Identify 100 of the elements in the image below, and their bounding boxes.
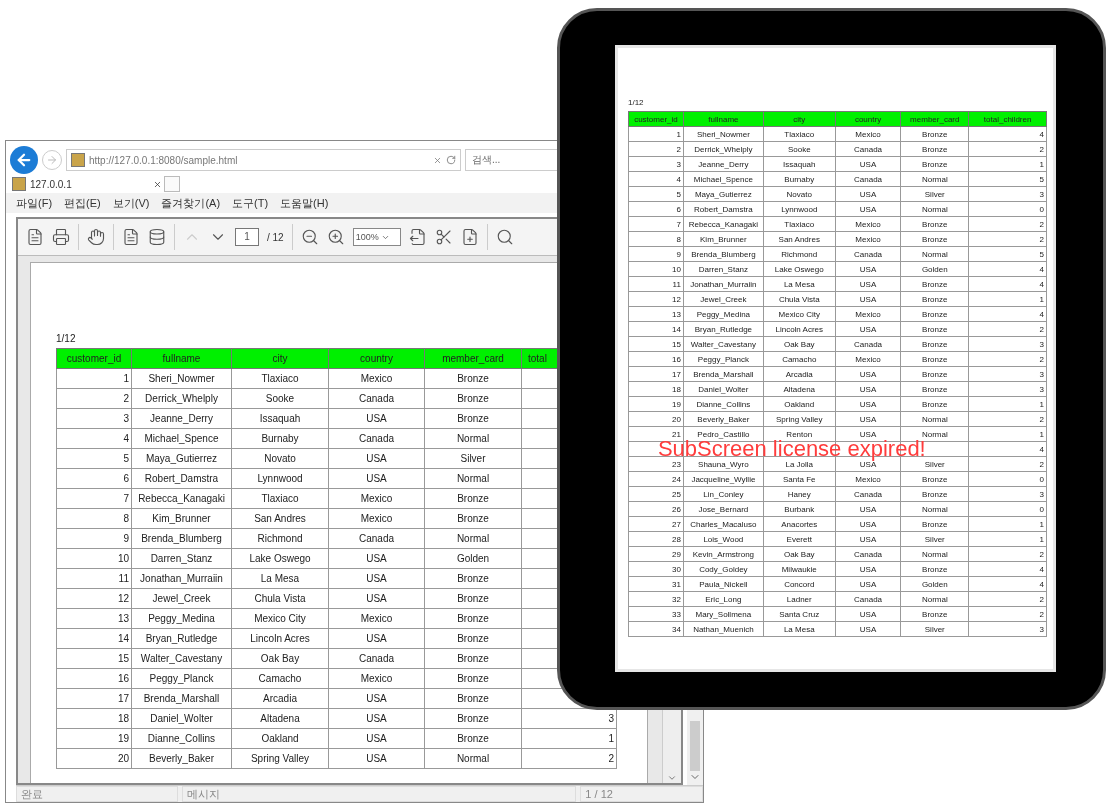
table-cell: Bronze (424, 608, 522, 629)
table-cell: 4 (968, 306, 1047, 322)
table-cell: Mexico (835, 231, 901, 247)
table-cell: Spring Valley (763, 411, 836, 427)
database-icon[interactable] (148, 228, 166, 246)
browser-tab[interactable]: 127.0.0.1 (12, 175, 162, 193)
table-cell: Silver (900, 186, 969, 202)
menu-item[interactable]: 도움말(H) (280, 195, 329, 211)
page-total: / 12 (267, 231, 284, 243)
table-cell: Mexico (835, 306, 901, 322)
print-icon[interactable] (52, 228, 70, 246)
export-icon[interactable] (408, 228, 427, 246)
menu-item[interactable]: 도구(T) (232, 195, 269, 211)
table-cell: Canada (328, 388, 425, 409)
table-cell: Mexico (835, 351, 901, 367)
address-field[interactable]: http://127.0.0.1:8080/sample.html (66, 149, 461, 171)
zoom-out-icon[interactable] (300, 228, 319, 246)
table-cell: 18 (56, 708, 132, 729)
table-cell: Darren_Stanz (131, 548, 232, 569)
menu-item[interactable]: 파일(F) (16, 195, 53, 211)
table-cell: Mexico (328, 488, 425, 509)
table-cell: Bronze (900, 366, 969, 382)
table-cell: Mexico City (763, 306, 836, 322)
table-cell: Bronze (900, 231, 969, 247)
table-cell: Lake Oswego (231, 548, 329, 569)
table-cell: Charles_Macaluso (683, 516, 764, 532)
table-cell: 12 (628, 291, 684, 307)
menu-item[interactable]: 편집(E) (64, 195, 101, 211)
table-cell: Sheri_Nowmer (131, 368, 232, 389)
refresh-icon[interactable] (446, 155, 456, 165)
table-cell: Peggy_Planck (683, 351, 764, 367)
table-cell: 3 (968, 486, 1047, 502)
page-number-field[interactable]: 1 (235, 228, 259, 246)
table-cell: Silver (900, 531, 969, 547)
close-icon[interactable] (433, 155, 442, 165)
table-cell: Bronze (900, 471, 969, 487)
table-cell: 0 (968, 501, 1047, 517)
table-cell: La Mesa (763, 621, 836, 637)
table-cell: Oak Bay (763, 546, 836, 562)
column-header: fullname (683, 111, 764, 127)
back-button[interactable] (10, 146, 38, 174)
table-cell: Mexico (328, 508, 425, 529)
column-header: member_card (900, 111, 969, 127)
status-text: 완료 (16, 786, 178, 802)
add-page-icon[interactable] (460, 228, 479, 246)
table-cell: Jeanne_Derry (131, 408, 232, 429)
table-cell: 2 (521, 748, 617, 769)
table-cell: Bronze (424, 628, 522, 649)
table-cell: 12 (56, 588, 132, 609)
zoom-in-icon[interactable] (326, 228, 345, 246)
table-cell: 3 (968, 381, 1047, 397)
table-cell: USA (835, 396, 901, 412)
table-cell: Walter_Cavestany (683, 336, 764, 352)
table-cell: Jewel_Creek (131, 588, 232, 609)
page-icon (12, 177, 26, 191)
table-cell: 18 (628, 381, 684, 397)
table-cell: Ladner (763, 591, 836, 607)
table-cell: Bronze (900, 156, 969, 172)
menu-item[interactable]: 즐겨찾기(A) (161, 195, 221, 211)
document-icon[interactable] (122, 228, 140, 246)
search-icon[interactable] (495, 228, 514, 246)
document-info-icon[interactable] (26, 228, 44, 246)
table-cell: Kim_Brunner (131, 508, 232, 529)
table-cell: Burnaby (231, 428, 329, 449)
table-cell: 23 (628, 456, 684, 472)
table-cell: USA (328, 408, 425, 429)
table-cell: 3 (968, 621, 1047, 637)
table-cell: Normal (424, 528, 522, 549)
table-cell: Canada (835, 546, 901, 562)
table-cell: Bryan_Rutledge (131, 628, 232, 649)
column-header: fullname (131, 348, 232, 369)
table-cell: 11 (56, 568, 132, 589)
status-text: 메시지 (181, 786, 577, 802)
table-cell: Peggy_Medina (131, 608, 232, 629)
table-cell: 14 (56, 628, 132, 649)
table-cell: Richmond (763, 246, 836, 262)
table-cell: 29 (628, 546, 684, 562)
menu-item[interactable]: 보기(V) (112, 195, 150, 211)
table-cell: Bronze (424, 668, 522, 689)
table-cell: USA (328, 568, 425, 589)
hand-icon[interactable] (87, 228, 105, 246)
table-cell: Mexico (835, 216, 901, 232)
table-cell: USA (835, 276, 901, 292)
table-cell: 19 (56, 728, 132, 749)
table-cell: Brenda_Blumberg (131, 528, 232, 549)
scrollbar-thumb[interactable] (690, 721, 700, 771)
table-cell: Golden (424, 548, 522, 569)
table-cell: Walter_Cavestany (131, 648, 232, 669)
table-cell: USA (835, 201, 901, 217)
table-cell: 17 (628, 366, 684, 382)
table-cell: Bronze (424, 488, 522, 509)
table-cell: 4 (968, 126, 1047, 142)
close-icon[interactable] (153, 179, 162, 189)
table-cell: Kevin_Armstrong (683, 546, 764, 562)
table-cell: Normal (900, 246, 969, 262)
table-cell: Canada (835, 591, 901, 607)
table-cell: USA (835, 576, 901, 592)
zoom-select[interactable]: 100% (352, 228, 401, 246)
table-cell: 0 (968, 471, 1047, 487)
table-cell: Bronze (900, 486, 969, 502)
